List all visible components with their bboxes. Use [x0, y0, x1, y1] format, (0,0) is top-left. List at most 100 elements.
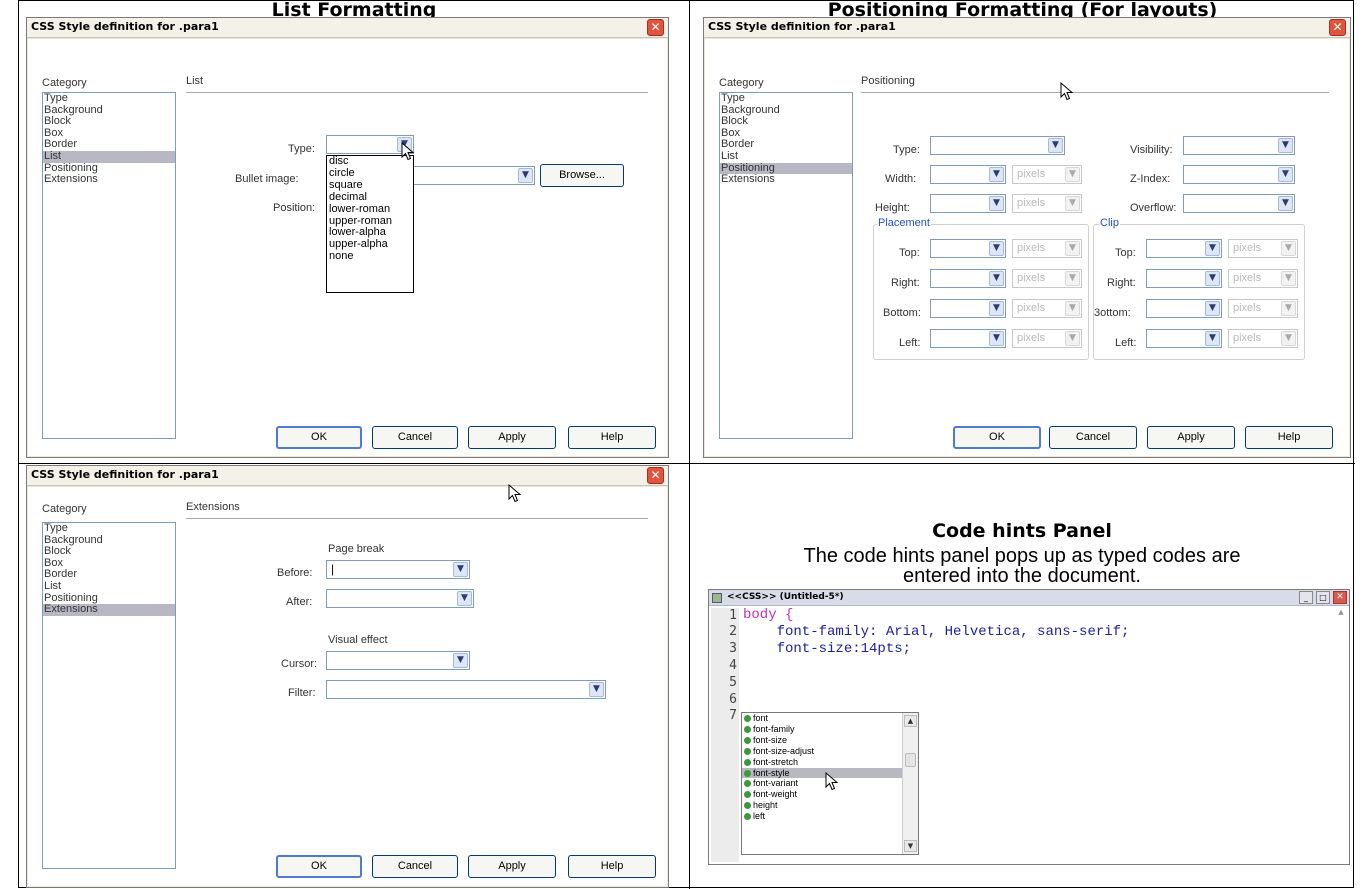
chevron-down-icon[interactable]: ▼: [989, 241, 1004, 256]
apply-button[interactable]: Apply: [1147, 426, 1235, 449]
hint-item[interactable]: left: [742, 811, 918, 822]
placement-left-select[interactable]: ▼: [930, 329, 1006, 348]
chevron-down-icon[interactable]: ▼: [1205, 301, 1220, 316]
position-type-select[interactable]: ▼: [930, 136, 1065, 155]
hint-item[interactable]: font-size: [742, 735, 918, 746]
chevron-down-icon[interactable]: ▼: [1205, 271, 1220, 286]
chevron-down-icon[interactable]: ▼: [1205, 241, 1220, 256]
category-item-border[interactable]: Border: [720, 139, 852, 151]
category-item-border[interactable]: Border: [43, 569, 175, 581]
cancel-button[interactable]: Cancel: [372, 855, 458, 878]
category-item-list[interactable]: List: [43, 580, 175, 593]
help-button[interactable]: Help: [1245, 426, 1333, 449]
scroll-thumb[interactable]: [905, 753, 916, 767]
close-icon[interactable]: ✕: [1333, 591, 1347, 604]
hint-item[interactable]: font: [742, 713, 918, 724]
chevron-down-icon[interactable]: ▼: [518, 168, 533, 183]
type-dropdown-list[interactable]: disc circle square decimal lower-roman u…: [326, 155, 414, 293]
clip-left-unit: pixels ▼: [1228, 329, 1298, 348]
category-list[interactable]: Type Background Block Box Border List Po…: [42, 522, 176, 869]
placement-left-label: Left:: [899, 337, 921, 349]
category-item-border[interactable]: Border: [43, 139, 175, 151]
height-label: Height:: [875, 202, 910, 214]
clip-left-select[interactable]: ▼: [1146, 329, 1222, 348]
chevron-down-icon[interactable]: ▼: [1278, 196, 1293, 211]
chevron-down-icon[interactable]: ▼: [589, 682, 604, 697]
type-option[interactable]: decimal: [327, 191, 413, 204]
placement-right-select[interactable]: ▼: [930, 269, 1006, 288]
browse-button[interactable]: Browse...: [540, 164, 624, 187]
chevron-down-icon[interactable]: ▼: [1048, 138, 1063, 153]
chevron-down-icon[interactable]: ▼: [1205, 331, 1220, 346]
dialog-titlebar: CSS Style definition for .para1 ✕: [704, 18, 1350, 38]
ok-button[interactable]: OK: [953, 426, 1041, 449]
category-item-list[interactable]: List: [720, 150, 852, 163]
type-option[interactable]: lower-roman: [327, 203, 413, 216]
placement-bottom-select[interactable]: ▼: [930, 299, 1006, 318]
chevron-down-icon[interactable]: ▼: [457, 591, 472, 606]
chevron-down-icon[interactable]: ▼: [989, 271, 1004, 286]
chevron-down-icon[interactable]: ▼: [989, 331, 1004, 346]
visibility-select[interactable]: ▼: [1183, 136, 1295, 155]
dialog-title: CSS Style definition for .para1: [708, 20, 896, 33]
hint-item[interactable]: font-size-adjust: [742, 746, 918, 757]
category-item-extensions[interactable]: Extensions: [43, 604, 175, 616]
help-button[interactable]: Help: [568, 855, 656, 878]
type-option[interactable]: square: [327, 179, 413, 192]
chevron-down-icon[interactable]: ▼: [453, 653, 468, 668]
clip-bottom-select[interactable]: ▼: [1146, 299, 1222, 318]
filter-select[interactable]: ▼: [326, 680, 606, 699]
category-item-type[interactable]: Type: [43, 92, 175, 105]
close-icon[interactable]: ✕: [647, 19, 664, 36]
category-item-type[interactable]: Type: [43, 522, 175, 535]
help-button[interactable]: Help: [568, 426, 656, 449]
category-list[interactable]: Type Background Block Box Border List Po…: [719, 92, 853, 439]
hint-item[interactable]: font-family: [742, 724, 918, 735]
editor-scrollbar[interactable]: ▲: [1336, 608, 1346, 858]
chevron-down-icon[interactable]: ▼: [989, 167, 1004, 182]
zindex-select[interactable]: ▼: [1183, 165, 1295, 184]
hint-item[interactable]: height: [742, 800, 918, 811]
minimize-icon[interactable]: _: [1299, 591, 1313, 604]
hint-scrollbar[interactable]: ▲ ▼: [902, 713, 918, 854]
unit-text: pixels: [1017, 272, 1046, 284]
clip-right-select[interactable]: ▼: [1146, 269, 1222, 288]
category-item-type[interactable]: Type: [720, 92, 852, 105]
width-select[interactable]: ▼: [930, 165, 1006, 184]
chevron-down-icon[interactable]: ▼: [989, 301, 1004, 316]
cursor-select[interactable]: ▼: [326, 651, 470, 670]
chevron-down-icon[interactable]: ▼: [1278, 138, 1293, 153]
category-item-extensions[interactable]: Extensions: [720, 174, 852, 186]
cancel-button[interactable]: Cancel: [372, 426, 458, 449]
ok-button[interactable]: OK: [276, 855, 362, 878]
placement-group-label: Placement: [877, 217, 931, 229]
scroll-down-icon[interactable]: ▼: [904, 840, 917, 852]
chevron-down-icon[interactable]: ▼: [453, 562, 468, 577]
type-option[interactable]: none: [327, 250, 413, 263]
bullet-image-select[interactable]: ▼: [411, 166, 535, 185]
hint-item[interactable]: font-stretch: [742, 757, 918, 768]
visibility-label: Visibility:: [1130, 144, 1173, 156]
placement-top-select[interactable]: ▼: [930, 239, 1006, 258]
category-item-list[interactable]: List: [43, 150, 175, 163]
scroll-up-icon[interactable]: ▲: [1336, 608, 1346, 616]
height-select[interactable]: ▼: [930, 194, 1006, 213]
chevron-down-icon[interactable]: ▼: [1278, 167, 1293, 182]
clip-top-select[interactable]: ▼: [1146, 239, 1222, 258]
overflow-select[interactable]: ▼: [1183, 194, 1295, 213]
ok-button[interactable]: OK: [276, 426, 362, 449]
category-item-extensions[interactable]: Extensions: [43, 174, 175, 186]
after-select[interactable]: ▼: [326, 589, 474, 608]
chevron-down-icon[interactable]: ▼: [989, 196, 1004, 211]
close-icon[interactable]: ✕: [1329, 19, 1346, 36]
maximize-icon[interactable]: □: [1316, 591, 1330, 604]
scroll-up-icon[interactable]: ▲: [904, 715, 917, 727]
category-list[interactable]: Type Background Block Box Border List Po…: [42, 92, 176, 439]
apply-button[interactable]: Apply: [468, 426, 556, 449]
before-select[interactable]: | ▼: [326, 560, 470, 579]
apply-button[interactable]: Apply: [468, 855, 556, 878]
unit-text: pixels: [1017, 332, 1046, 344]
cancel-button[interactable]: Cancel: [1049, 426, 1137, 449]
close-icon[interactable]: ✕: [647, 467, 664, 484]
mouse-cursor-icon: [401, 142, 415, 161]
